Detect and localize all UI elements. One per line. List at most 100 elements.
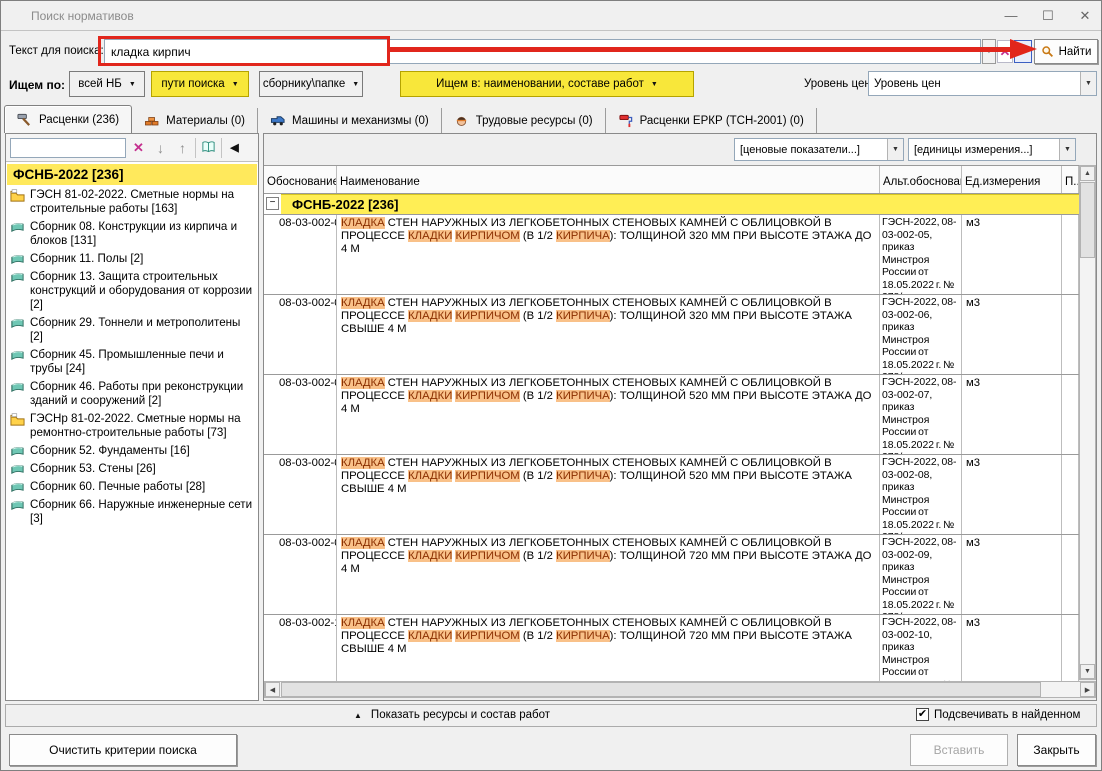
search-match-highlight: КЛАДКИ [408, 470, 452, 482]
group-row[interactable]: − ФСНБ-2022 [236] [264, 194, 1079, 215]
tree-item[interactable]: Сборник 08. Конструкции из кирпича и бло… [6, 219, 258, 251]
search-path-dropdown[interactable]: пути поиска▼ [151, 71, 249, 97]
row-unit: м3 [962, 295, 1062, 374]
column-header[interactable]: Альт.обоснование [880, 166, 962, 193]
row-name: КЛАДКА СТЕН НАРУЖНЫХ ИЗ ЛЕГКОБЕТОННЫХ СТ… [337, 295, 880, 374]
search-by-label: Ищем по: [9, 78, 65, 92]
units-combobox[interactable]: [единицы измерения...] ▼ [908, 138, 1076, 161]
row-alt-justification: ГЭСН-2022, 08-03-002-08, приказ Минстроя… [880, 455, 962, 534]
search-scope-dropdown[interactable]: Ищем в: наименовании, составе работ▼ [400, 71, 694, 97]
clear-search-icon[interactable]: ✕ [997, 40, 1013, 63]
book-icon [9, 270, 26, 286]
bricks-icon [144, 113, 160, 129]
arrow-up-icon[interactable]: ↑ [173, 137, 192, 158]
search-options-button[interactable] [1014, 40, 1032, 63]
scroll-up-icon[interactable]: ▲ [1080, 166, 1095, 181]
roller-icon [618, 113, 634, 129]
db-scope-dropdown[interactable]: всей НБ ▼ [69, 71, 145, 97]
minimize-button[interactable]: — [992, 1, 1030, 30]
truck-icon [270, 113, 286, 129]
tab-машины-и-механизмы-0-[interactable]: Машины и механизмы (0) [258, 108, 442, 133]
tree-item[interactable]: Сборник 52. Фундаменты [16] [6, 443, 258, 461]
scroll-right-icon[interactable]: ▶ [1080, 682, 1095, 697]
tab-расценки-еркр-тсн-2001-0-[interactable]: Расценки ЕРКР (ТСН-2001) (0) [606, 108, 817, 133]
tree-item-label: ГЭСН 81-02-2022. Сметные нормы на строит… [30, 188, 234, 215]
table-row[interactable]: 08-03-002-09КЛАДКА СТЕН НАРУЖНЫХ ИЗ ЛЕГК… [264, 535, 1079, 615]
search-match-highlight: КИРПИЧА [556, 230, 610, 242]
tab-label: Расценки (236) [39, 114, 119, 126]
tab-label: Трудовые ресурсы (0) [476, 115, 593, 127]
chevron-down-icon[interactable]: ▼ [1059, 139, 1075, 160]
collapse-group-icon[interactable]: − [266, 197, 279, 210]
row-alt-justification: ГЭСН-2022, 08-03-002-05, приказ Минстроя… [880, 215, 962, 294]
highlight-checkbox-label: Подсвечивать в найденном [934, 709, 1080, 721]
price-indicators-combobox[interactable]: [ценовые показатели...] ▼ [734, 138, 904, 161]
row-code: 08-03-002-07 [264, 375, 337, 454]
table-row[interactable]: 08-03-002-07КЛАДКА СТЕН НАРУЖНЫХ ИЗ ЛЕГК… [264, 375, 1079, 455]
scroll-left-icon[interactable]: ◀ [265, 682, 280, 697]
tree-items: ГЭСН 81-02-2022. Сметные нормы на строит… [6, 187, 258, 529]
collection-folder-dropdown[interactable]: сборнику\папке▼ [259, 71, 363, 97]
row-code: 08-03-002-09 [264, 535, 337, 614]
tree-item[interactable]: Сборник 13. Защита строительных конструк… [6, 269, 258, 315]
table-row[interactable]: 08-03-002-06КЛАДКА СТЕН НАРУЖНЫХ ИЗ ЛЕГК… [264, 295, 1079, 375]
clear-criteria-button[interactable]: Очистить критерии поиска [9, 734, 237, 766]
magnifier-icon [1041, 45, 1054, 58]
tree-item[interactable]: Сборник 11. Полы [2] [6, 251, 258, 269]
tree-item[interactable]: Сборник 45. Промышленные печи и трубы [2… [6, 347, 258, 379]
insert-button[interactable]: Вставить [910, 734, 1008, 766]
tab-расценки-236-[interactable]: Расценки (236) [4, 105, 132, 133]
horizontal-scroll-thumb[interactable] [281, 682, 1041, 697]
vertical-scrollbar[interactable]: ▲ ▼ [1079, 165, 1096, 680]
units-value: [единицы измерения...] [909, 144, 1059, 156]
tree-item[interactable]: ГЭСН 81-02-2022. Сметные нормы на строит… [6, 187, 258, 219]
book-icon [9, 252, 26, 268]
maximize-button[interactable]: ☐ [1029, 1, 1067, 30]
chevron-down-icon: ▼ [129, 81, 136, 88]
row-unit: м3 [962, 535, 1062, 614]
clear-filter-icon[interactable]: ✕ [129, 137, 148, 158]
table-row[interactable]: 08-03-002-05КЛАДКА СТЕН НАРУЖНЫХ ИЗ ЛЕГК… [264, 215, 1079, 295]
vertical-scroll-thumb[interactable] [1080, 182, 1095, 258]
resources-expander-bar[interactable]: ▲ Показать ресурсы и состав работ ✔ Подс… [5, 704, 1097, 727]
find-button-label: Найти [1059, 46, 1092, 58]
tree-item[interactable]: Сборник 46. Работы при реконструкции зда… [6, 379, 258, 411]
scroll-down-icon[interactable]: ▼ [1080, 664, 1095, 679]
column-header[interactable]: Обоснование [264, 166, 337, 193]
column-header[interactable]: Ед.измерения [962, 166, 1062, 193]
arrow-down-icon[interactable]: ↓ [151, 137, 170, 158]
column-header[interactable]: П.. [1062, 166, 1079, 193]
table-row[interactable]: 08-03-002-10КЛАДКА СТЕН НАРУЖНЫХ ИЗ ЛЕГК… [264, 615, 1079, 681]
price-level-combobox[interactable]: Уровень цен ▼ [868, 71, 1097, 96]
chevron-down-icon[interactable]: ▼ [1080, 72, 1096, 95]
row-name: КЛАДКА СТЕН НАРУЖНЫХ ИЗ ЛЕГКОБЕТОННЫХ СТ… [337, 455, 880, 534]
tab-материалы-0-[interactable]: Материалы (0) [132, 108, 258, 133]
open-book-icon[interactable] [199, 137, 218, 158]
row-alt-justification: ГЭСН-2022, 08-03-002-06, приказ Минстроя… [880, 295, 962, 374]
search-match-highlight: КЛАДКА [341, 537, 385, 549]
tree-root-selected[interactable]: ФСНБ-2022 [236] [7, 164, 257, 185]
find-button[interactable]: Найти [1034, 39, 1098, 64]
search-input[interactable] [104, 39, 981, 64]
tree-item[interactable]: ГЭСНр 81-02-2022. Сметные нормы на ремон… [6, 411, 258, 443]
db-scope-value: всей НБ [78, 78, 122, 90]
table-row[interactable]: 08-03-002-08КЛАДКА СТЕН НАРУЖНЫХ ИЗ ЛЕГК… [264, 455, 1079, 535]
row-name: КЛАДКА СТЕН НАРУЖНЫХ ИЗ ЛЕГКОБЕТОННЫХ СТ… [337, 375, 880, 454]
tab-трудовые-ресурсы-0-[interactable]: Трудовые ресурсы (0) [442, 108, 606, 133]
row-code: 08-03-002-06 [264, 295, 337, 374]
collapse-panel-icon[interactable]: ◀ [225, 137, 244, 158]
close-button[interactable]: Закрыть [1017, 734, 1096, 766]
tree-item[interactable]: Сборник 66. Наружные инженерные сети [3] [6, 497, 258, 529]
search-history-dropdown-icon[interactable]: ▼ [982, 39, 996, 64]
column-header[interactable]: Наименование [337, 166, 880, 193]
tree-item[interactable]: Сборник 29. Тоннели и метрополитены [2] [6, 315, 258, 347]
tree-item[interactable]: Сборник 60. Печные работы [28] [6, 479, 258, 497]
chevron-down-icon[interactable]: ▼ [887, 139, 903, 160]
tree-filter-input[interactable] [10, 138, 126, 158]
highlight-checkbox[interactable]: ✔ [916, 708, 929, 721]
horizontal-scrollbar[interactable]: ◀ ▶ [264, 681, 1096, 698]
tree-item[interactable]: Сборник 53. Стены [26] [6, 461, 258, 479]
close-icon[interactable]: ✕ [1066, 1, 1102, 30]
search-match-highlight: КИРПИЧОМ [455, 550, 519, 562]
expand-up-icon[interactable]: ▲ [354, 711, 362, 720]
